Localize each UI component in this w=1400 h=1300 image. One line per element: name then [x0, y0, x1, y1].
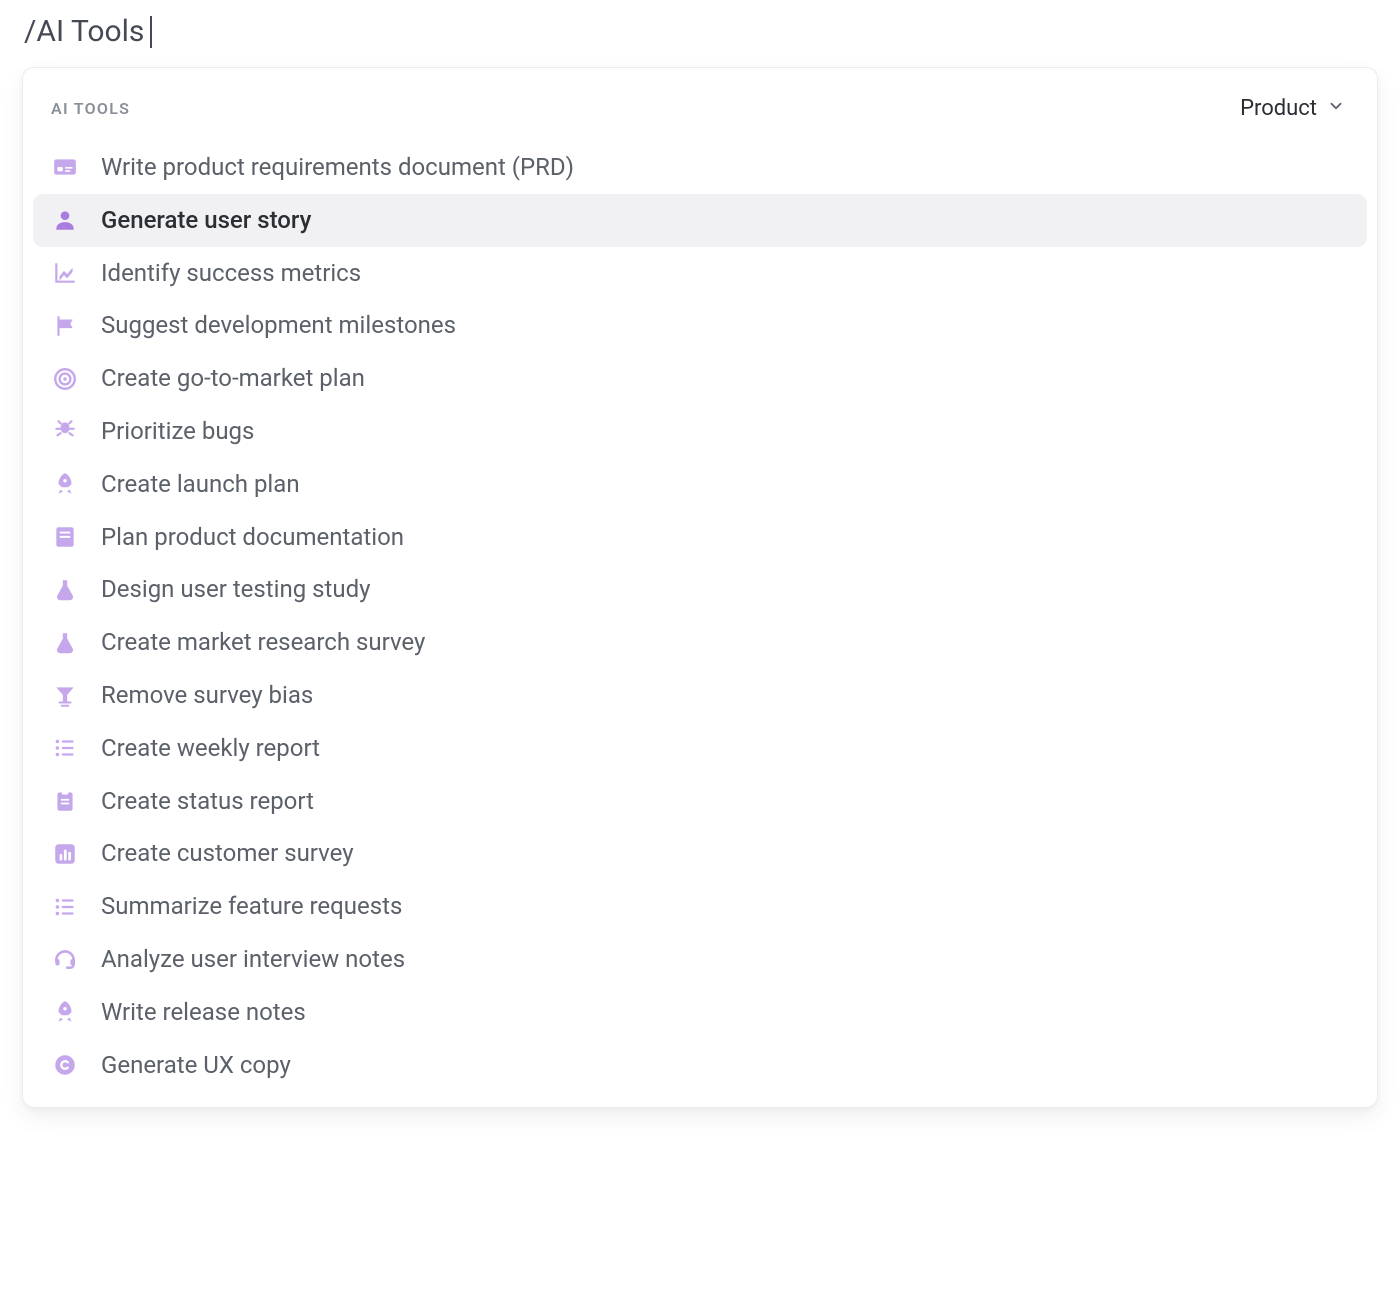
flask-icon: [51, 576, 79, 604]
ai-tool-label: Generate UX copy: [101, 1051, 291, 1080]
ai-tool-item[interactable]: Suggest development milestones: [33, 299, 1367, 352]
rocket-icon: [51, 470, 79, 498]
ai-tool-label: Design user testing study: [101, 575, 371, 604]
ai-tool-item[interactable]: Prioritize bugs: [33, 405, 1367, 458]
rocket-icon: [51, 998, 79, 1026]
category-filter[interactable]: Product: [1236, 90, 1349, 127]
command-input[interactable]: /AI Tools: [22, 10, 1378, 67]
ai-tool-label: Identify success metrics: [101, 259, 361, 288]
ai-tool-item[interactable]: Create market research survey: [33, 616, 1367, 669]
panel-header: AI TOOLS Product: [23, 68, 1377, 137]
ai-tool-label: Create go-to-market plan: [101, 364, 365, 393]
ai-tool-label: Write product requirements document (PRD…: [101, 153, 574, 182]
ai-tool-label: Write release notes: [101, 998, 306, 1027]
category-filter-label: Product: [1240, 96, 1317, 121]
clipboard-icon: [51, 787, 79, 815]
ai-tool-label: Create customer survey: [101, 839, 354, 868]
bug-icon: [51, 417, 79, 445]
ai-tool-item[interactable]: Remove survey bias: [33, 669, 1367, 722]
ai-tools-panel: AI TOOLS Product Write product requireme…: [22, 67, 1378, 1108]
list-icon: [51, 893, 79, 921]
ai-tool-item[interactable]: Write release notes: [33, 986, 1367, 1039]
ai-tool-label: Plan product documentation: [101, 523, 404, 552]
headset-icon: [51, 945, 79, 973]
filter-icon: [51, 681, 79, 709]
ai-tool-item[interactable]: Identify success metrics: [33, 247, 1367, 300]
ai-tool-label: Create status report: [101, 787, 314, 816]
ai-tools-list: Write product requirements document (PRD…: [23, 137, 1377, 1095]
copyright-icon: [51, 1051, 79, 1079]
ai-tool-item[interactable]: Create customer survey: [33, 827, 1367, 880]
text-cursor: [150, 16, 152, 48]
book-icon: [51, 523, 79, 551]
ai-tool-label: Suggest development milestones: [101, 311, 456, 340]
ai-tool-label: Create launch plan: [101, 470, 300, 499]
panel-title: AI TOOLS: [51, 99, 130, 118]
id-card-icon: [51, 153, 79, 181]
ai-tool-label: Create market research survey: [101, 628, 425, 657]
flag-icon: [51, 312, 79, 340]
ai-tool-item[interactable]: Design user testing study: [33, 563, 1367, 616]
ai-tool-label: Remove survey bias: [101, 681, 313, 710]
ai-tool-label: Generate user story: [101, 206, 311, 235]
user-icon: [51, 206, 79, 234]
ai-tool-item[interactable]: Create status report: [33, 775, 1367, 828]
bar-chart-icon: [51, 840, 79, 868]
chart-line-icon: [51, 259, 79, 287]
ai-tool-item[interactable]: Plan product documentation: [33, 511, 1367, 564]
ai-tool-label: Analyze user interview notes: [101, 945, 405, 974]
ai-tool-item[interactable]: Generate user story: [33, 194, 1367, 247]
ai-tool-item[interactable]: Summarize feature requests: [33, 880, 1367, 933]
ai-tool-label: Create weekly report: [101, 734, 320, 763]
ai-tool-item[interactable]: Analyze user interview notes: [33, 933, 1367, 986]
command-input-text: /AI Tools: [24, 14, 144, 49]
flask-icon: [51, 629, 79, 657]
ai-tool-item[interactable]: Create go-to-market plan: [33, 352, 1367, 405]
ai-tool-item[interactable]: Create weekly report: [33, 722, 1367, 775]
ai-tool-item[interactable]: Generate UX copy: [33, 1039, 1367, 1092]
ai-tool-label: Prioritize bugs: [101, 417, 254, 446]
target-icon: [51, 365, 79, 393]
ai-tool-item[interactable]: Write product requirements document (PRD…: [33, 141, 1367, 194]
ai-tool-label: Summarize feature requests: [101, 892, 402, 921]
list-icon: [51, 734, 79, 762]
ai-tool-item[interactable]: Create launch plan: [33, 458, 1367, 511]
chevron-down-icon: [1327, 96, 1345, 121]
